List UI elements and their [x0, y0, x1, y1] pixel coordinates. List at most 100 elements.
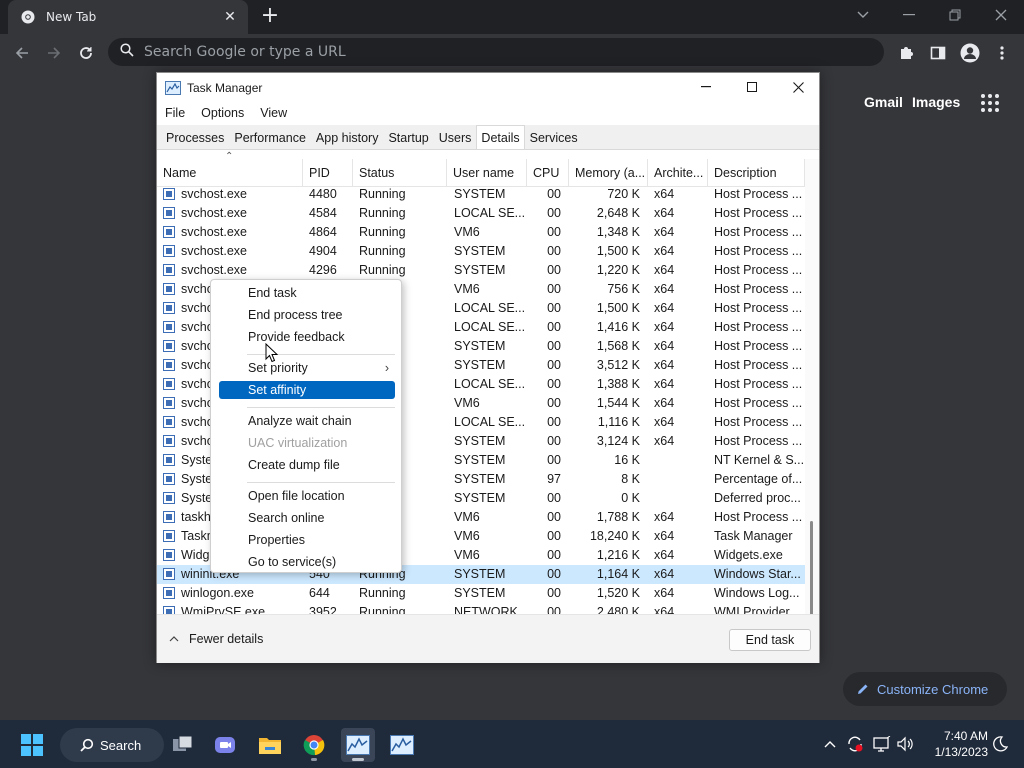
- close-tab-icon[interactable]: ✕: [222, 9, 238, 25]
- cell-arch: x64: [654, 263, 675, 277]
- cell-user: LOCAL SE...: [454, 320, 526, 334]
- chrome-taskbar-icon[interactable]: [297, 728, 331, 762]
- col-description[interactable]: Description: [708, 159, 805, 187]
- tab-search-icon[interactable]: [840, 0, 886, 30]
- file-explorer-icon[interactable]: [253, 728, 287, 762]
- fewer-details-button[interactable]: Fewer details: [169, 632, 263, 646]
- side-panel-icon[interactable]: [926, 41, 950, 65]
- cell-mem: 1,788 K: [596, 510, 640, 524]
- cell-arch: x64: [654, 206, 675, 220]
- customize-chrome-button[interactable]: Customize Chrome: [843, 672, 1007, 706]
- task-manager-icon: [165, 81, 181, 95]
- images-link[interactable]: Images: [912, 94, 960, 110]
- cell-status: Running: [359, 605, 406, 614]
- tab-processes[interactable]: Processes: [161, 125, 229, 149]
- chevron-up-icon[interactable]: [818, 732, 842, 756]
- reload-icon[interactable]: [74, 41, 98, 65]
- menu-item-properties[interactable]: Properties: [219, 531, 395, 549]
- table-row[interactable]: winlogon.exe 644 Running SYSTEM 00 1,520 K x64…: [157, 584, 805, 603]
- close-window-icon[interactable]: [978, 0, 1024, 30]
- menu-item-create-dump-file[interactable]: Create dump file: [219, 456, 395, 474]
- menu-file[interactable]: File: [157, 103, 193, 123]
- menu-options[interactable]: Options: [193, 103, 252, 123]
- cell-status: Running: [359, 225, 406, 239]
- close-icon[interactable]: [775, 73, 821, 101]
- menu-item-search-online[interactable]: Search online: [219, 509, 395, 527]
- process-icon: [163, 283, 175, 295]
- tab-app-history[interactable]: App history: [311, 125, 384, 149]
- extensions-puzzle-icon[interactable]: [894, 41, 918, 65]
- cell-name: svchost.exe: [181, 225, 248, 239]
- menu-item-label: Analyze wait chain: [248, 414, 352, 428]
- tab-details[interactable]: Details: [476, 125, 525, 149]
- gmail-link[interactable]: Gmail: [864, 94, 903, 110]
- forward-icon[interactable]: [42, 41, 66, 65]
- menu-item-analyze-wait-chain[interactable]: Analyze wait chain: [219, 412, 395, 430]
- table-row[interactable]: svchost.exe 4584 Running LOCAL SE... 00 2,648…: [157, 204, 805, 223]
- maximize-icon[interactable]: [729, 73, 775, 101]
- google-apps-icon[interactable]: [980, 93, 1000, 113]
- profile-avatar-icon[interactable]: [958, 41, 982, 65]
- task-manager-titlebar[interactable]: Task Manager: [157, 73, 819, 103]
- minimize-icon[interactable]: [886, 0, 932, 30]
- volume-icon[interactable]: [894, 732, 918, 756]
- table-row[interactable]: svchost.exe 4480 Running SYSTEM 00 720 K x64 Ho…: [157, 185, 805, 204]
- menu-item-go-to-service-s[interactable]: Go to service(s): [219, 553, 395, 571]
- process-icon: [163, 226, 175, 238]
- menu-item-open-file-location[interactable]: Open file location: [219, 487, 395, 505]
- tab-new-tab[interactable]: New Tab ✕: [8, 0, 248, 34]
- process-icon: [163, 321, 175, 333]
- task-view-icon[interactable]: [166, 728, 200, 762]
- cell-mem: 1,388 K: [596, 377, 640, 391]
- col-pid[interactable]: PID: [303, 159, 353, 187]
- network-icon[interactable]: [870, 732, 894, 756]
- menu-separator: [247, 482, 395, 483]
- cell-mem: 1,348 K: [596, 225, 640, 239]
- tab-users[interactable]: Users: [434, 125, 477, 149]
- new-tab-button[interactable]: +: [258, 5, 282, 29]
- notifications-moon-icon[interactable]: [988, 732, 1012, 756]
- menu-item-provide-feedback[interactable]: Provide feedback: [219, 328, 395, 346]
- menu-item-end-task[interactable]: End task: [219, 284, 395, 302]
- menu-item-end-process-tree[interactable]: End process tree: [219, 306, 395, 324]
- col-user[interactable]: User name: [447, 159, 527, 187]
- menu-bar: File Options View: [157, 103, 295, 123]
- tab-services[interactable]: Services: [525, 125, 583, 149]
- omnibox[interactable]: Search Google or type a URL: [108, 38, 884, 66]
- cell-desc: Host Process ...: [714, 377, 803, 391]
- teams-chat-icon[interactable]: [208, 728, 242, 762]
- omnibox-placeholder: Search Google or type a URL: [144, 44, 346, 60]
- cell-cpu: 00: [547, 415, 561, 429]
- col-architecture[interactable]: Archite...: [648, 159, 708, 187]
- chrome-menu-icon[interactable]: [990, 41, 1014, 65]
- table-row[interactable]: WmiPrvSE.exe 3952 Running NETWORK ... 00 2,48…: [157, 603, 805, 614]
- tab-performance[interactable]: Performance: [229, 125, 311, 149]
- back-icon[interactable]: [10, 41, 34, 65]
- process-icon: [163, 264, 175, 276]
- table-row[interactable]: svchost.exe 4864 Running VM6 00 1,348 K x64 Hos…: [157, 223, 805, 242]
- cell-mem: 3,124 K: [596, 434, 640, 448]
- col-status[interactable]: Status: [353, 159, 447, 187]
- col-name[interactable]: Name: [157, 159, 303, 187]
- menu-item-set-affinity[interactable]: Set affinity: [219, 381, 395, 399]
- col-cpu[interactable]: CPU: [527, 159, 569, 187]
- end-task-button[interactable]: End task: [729, 629, 811, 651]
- task-manager-taskbar-icon-2[interactable]: [385, 728, 419, 762]
- sync-icon[interactable]: [843, 732, 867, 756]
- context-menu: End task End process tree Provide feedback…: [210, 279, 402, 573]
- vertical-scrollbar[interactable]: [805, 159, 819, 641]
- table-row[interactable]: svchost.exe 4904 Running SYSTEM 00 1,500 K x64…: [157, 242, 805, 261]
- task-manager-taskbar-icon[interactable]: [341, 728, 375, 762]
- clock-date: 1/13/2023: [934, 745, 988, 759]
- process-icon: [163, 454, 175, 466]
- menu-view[interactable]: View: [252, 103, 295, 123]
- tab-startup[interactable]: Startup: [383, 125, 433, 149]
- menu-item-set-priority[interactable]: Set priority ›: [219, 359, 395, 377]
- minimize-icon[interactable]: [683, 73, 729, 101]
- restore-icon[interactable]: [932, 0, 978, 30]
- system-clock[interactable]: 7:40 AM 1/13/2023: [920, 728, 988, 760]
- table-row[interactable]: svchost.exe 4296 Running SYSTEM 00 1,220 K x64…: [157, 261, 805, 280]
- taskbar-search-button[interactable]: Search: [60, 728, 164, 762]
- col-memory[interactable]: Memory (a...: [569, 159, 648, 187]
- start-button[interactable]: [15, 728, 49, 762]
